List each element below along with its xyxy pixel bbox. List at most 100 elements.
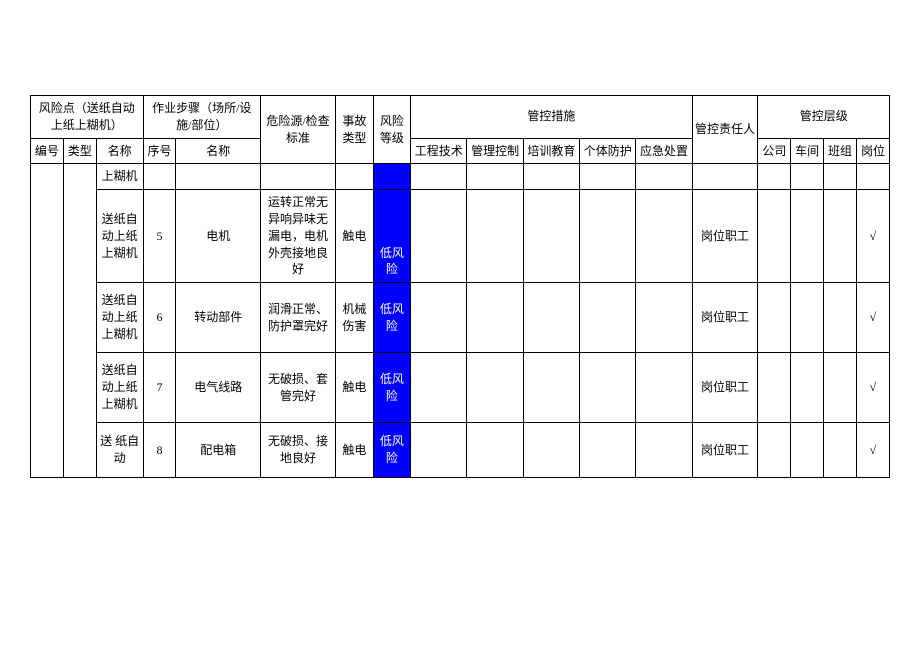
cell-accident [336,164,374,190]
cell-lvl-post: √ [856,353,889,423]
header-accident: 事故类型 [336,96,374,164]
cell-owner [692,164,758,190]
cell-m-emergency [636,423,692,478]
cell-m-management [467,423,523,478]
cell-m-emergency [636,353,692,423]
cell-type [63,164,96,478]
cell-m-training [523,190,579,283]
table-row: 送 纸自动 8 配电箱 无破损、接地良好 触电 低风险 岗位职工 √ [31,423,890,478]
header-no: 编号 [31,138,64,164]
cell-lvl-workshop [791,164,824,190]
table-row: 上糊机 [31,164,890,190]
cell-level: 低风险 [373,190,411,283]
cell-name: 送纸自动上纸上糊机 [96,283,143,353]
table-row: 送纸自动上纸上糊机 6 转动部件 润滑正常、防护罩完好 机械伤害 低风险 岗位职… [31,283,890,353]
header-risk-level: 风险等级 [373,96,411,164]
cell-lvl-post: √ [856,423,889,478]
cell-hazard: 润滑正常、防护罩完好 [260,283,335,353]
cell-hazard [260,164,335,190]
cell-lvl-workshop [791,283,824,353]
cell-m-training [523,353,579,423]
header-m-ppe: 个体防护 [580,138,636,164]
cell-stepname [176,164,260,190]
cell-lvl-company [758,283,791,353]
cell-accident: 触电 [336,353,374,423]
cell-lvl-post: √ [856,283,889,353]
cell-m-emergency [636,164,692,190]
header-type: 类型 [63,138,96,164]
cell-lvl-team [824,353,857,423]
cell-name: 送纸自动上纸上糊机 [96,353,143,423]
cell-m-management [467,190,523,283]
cell-no [31,164,64,478]
cell-seq [143,164,176,190]
cell-lvl-team [824,190,857,283]
cell-hazard: 运转正常无异响异味无漏电，电机外壳接地良好 [260,190,335,283]
cell-m-ppe [580,423,636,478]
header-m-training: 培训教育 [523,138,579,164]
cell-owner: 岗位职工 [692,353,758,423]
cell-lvl-company [758,353,791,423]
cell-seq: 8 [143,423,176,478]
cell-seq: 5 [143,190,176,283]
cell-stepname: 转动部件 [176,283,260,353]
cell-hazard: 无破损、接地良好 [260,423,335,478]
header-work-step: 作业步骤（场所/设施/部位） [143,96,260,139]
header-lvl-post: 岗位 [856,138,889,164]
cell-accident: 触电 [336,423,374,478]
header-m-engineering: 工程技术 [411,138,467,164]
cell-lvl-company [758,423,791,478]
cell-seq: 7 [143,353,176,423]
cell-owner: 岗位职工 [692,423,758,478]
cell-m-ppe [580,353,636,423]
cell-m-management [467,164,523,190]
table-row: 送纸自动上纸上糊机 5 电机 运转正常无异响异味无漏电，电机外壳接地良好 触电 … [31,190,890,283]
cell-name: 上糊机 [96,164,143,190]
cell-level: 低风险 [373,423,411,478]
cell-m-engineering [411,283,467,353]
cell-lvl-team [824,164,857,190]
cell-m-ppe [580,283,636,353]
cell-stepname: 电机 [176,190,260,283]
cell-m-engineering [411,190,467,283]
cell-m-management [467,353,523,423]
cell-lvl-team [824,423,857,478]
header-lvl-company: 公司 [758,138,791,164]
cell-m-management [467,283,523,353]
header-control-owner: 管控责任人 [692,96,758,164]
header-hazard: 危险源/检查标准 [260,96,335,164]
cell-m-training [523,283,579,353]
cell-lvl-team [824,283,857,353]
cell-level: 低风险 [373,283,411,353]
cell-m-emergency [636,283,692,353]
cell-lvl-workshop [791,423,824,478]
cell-m-ppe [580,164,636,190]
header-row-2: 编号 类型 名称 序号 名称 工程技术 管理控制 培训教育 个体防护 应急处置 … [31,138,890,164]
cell-m-training [523,164,579,190]
header-control-level: 管控层级 [758,96,890,139]
cell-lvl-company [758,190,791,283]
cell-m-emergency [636,190,692,283]
table-row: 送纸自动上纸上糊机 7 电气线路 无破损、套管完好 触电 低风险 岗位职工 √ [31,353,890,423]
header-name: 名称 [96,138,143,164]
header-row-1: 风险点（送纸自动上纸上糊机） 作业步骤（场所/设施/部位） 危险源/检查标准 事… [31,96,890,139]
cell-accident: 机械伤害 [336,283,374,353]
header-lvl-team: 班组 [824,138,857,164]
cell-name: 送 纸自动 [96,423,143,478]
cell-m-ppe [580,190,636,283]
cell-lvl-post: √ [856,190,889,283]
risk-assessment-table: 风险点（送纸自动上纸上糊机） 作业步骤（场所/设施/部位） 危险源/检查标准 事… [30,95,890,478]
cell-owner: 岗位职工 [692,190,758,283]
cell-name: 送纸自动上纸上糊机 [96,190,143,283]
cell-owner: 岗位职工 [692,283,758,353]
cell-m-engineering [411,423,467,478]
cell-seq: 6 [143,283,176,353]
cell-accident: 触电 [336,190,374,283]
cell-m-engineering [411,164,467,190]
cell-lvl-post [856,164,889,190]
cell-level [373,164,411,190]
header-stepname: 名称 [176,138,260,164]
header-m-management: 管理控制 [467,138,523,164]
header-control-measures: 管控措施 [411,96,693,139]
cell-stepname: 配电箱 [176,423,260,478]
